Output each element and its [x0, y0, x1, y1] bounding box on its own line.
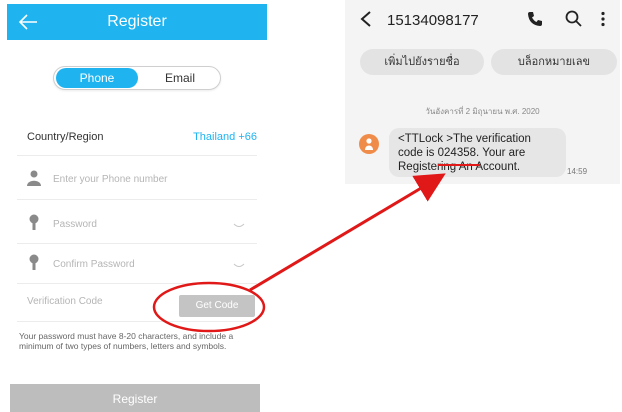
- back-chevron-icon[interactable]: [359, 10, 373, 28]
- search-icon[interactable]: [565, 10, 582, 27]
- confirm-password-input[interactable]: Confirm Password: [53, 259, 135, 270]
- code-underline-annotation: [438, 164, 480, 166]
- message-date: วันอังคารที่ 2 มิถุนายน พ.ศ. 2020: [425, 107, 540, 116]
- message-time: 14:59: [567, 167, 588, 176]
- message-bubble: <TTLock >The verification code is 024358…: [389, 128, 566, 177]
- more-vertical-icon[interactable]: [600, 11, 606, 27]
- register-screen: Register Phone Email Country/Region Thai…: [7, 0, 267, 412]
- key-icon: [29, 254, 39, 270]
- add-contact-button[interactable]: เพิ่มไปยังรายชื่อ: [360, 49, 484, 75]
- get-code-button[interactable]: Get Code: [179, 295, 255, 317]
- eye-icon[interactable]: [233, 221, 245, 229]
- register-topbar: Register: [7, 4, 267, 40]
- eye-icon[interactable]: [233, 261, 245, 269]
- tab-email[interactable]: Email: [140, 68, 220, 88]
- avatar-icon: [365, 138, 373, 150]
- phone-icon[interactable]: [527, 11, 543, 27]
- phone-email-toggle: Phone Email: [53, 66, 221, 90]
- sender-number: 15134098177: [387, 12, 479, 29]
- password-hint: Your password must have 8-20 characters,…: [19, 331, 234, 351]
- divider: [17, 199, 257, 200]
- block-number-button[interactable]: บล็อกหมายเลข: [491, 49, 617, 75]
- verification-code-input[interactable]: Verification Code: [27, 296, 103, 307]
- divider: [17, 155, 257, 156]
- divider: [17, 321, 257, 322]
- divider: [17, 283, 257, 284]
- register-button[interactable]: Register: [10, 384, 260, 412]
- page-title: Register: [107, 13, 167, 30]
- tab-phone[interactable]: Phone: [56, 68, 138, 88]
- avatar: [359, 134, 379, 154]
- sms-screen: 15134098177 เพิ่มไปยังรายชื่อ บล็อกหมายเ…: [345, 0, 620, 184]
- person-icon: [27, 170, 41, 186]
- annotation-arrow: [249, 173, 446, 292]
- country-region-label: Country/Region: [27, 131, 104, 143]
- verification-code-value: 024358: [437, 147, 477, 159]
- password-input[interactable]: Password: [53, 219, 97, 230]
- country-region-select[interactable]: Thailand +66: [193, 131, 257, 143]
- phone-number-input[interactable]: Enter your Phone number: [53, 174, 168, 185]
- divider: [17, 243, 257, 244]
- key-icon: [29, 214, 39, 230]
